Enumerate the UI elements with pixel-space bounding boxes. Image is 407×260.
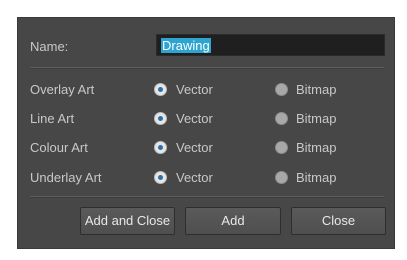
- name-label: Name:: [30, 39, 69, 54]
- close-button[interactable]: Close: [291, 207, 386, 235]
- overlay-art-bitmap-radio[interactable]: [275, 83, 288, 96]
- new-drawing-layer-dialog: Name: Drawing Overlay Art Vector Bitmap …: [17, 17, 395, 249]
- line-art-vector-label: Vector: [176, 111, 213, 126]
- line-art-bitmap-label: Bitmap: [296, 111, 337, 126]
- colour-art-vector-label: Vector: [176, 140, 213, 155]
- row-label-colour-art: Colour Art: [30, 140, 88, 155]
- colour-art-vector-radio[interactable]: [154, 141, 167, 154]
- row-label-line-art: Line Art: [30, 111, 75, 126]
- underlay-art-vector-radio[interactable]: [154, 171, 167, 184]
- row-label-underlay-art: Underlay Art: [30, 170, 102, 185]
- underlay-art-bitmap-label: Bitmap: [296, 170, 337, 185]
- add-and-close-button[interactable]: Add and Close: [80, 207, 175, 235]
- line-art-vector-radio[interactable]: [154, 112, 167, 125]
- name-input-value: Drawing: [161, 38, 211, 53]
- line-art-bitmap-radio[interactable]: [275, 112, 288, 125]
- overlay-art-vector-radio[interactable]: [154, 83, 167, 96]
- add-button[interactable]: Add: [185, 207, 281, 235]
- divider-bottom: [30, 196, 384, 198]
- name-input[interactable]: Drawing: [156, 34, 385, 56]
- row-label-overlay-art: Overlay Art: [30, 82, 95, 97]
- colour-art-bitmap-label: Bitmap: [296, 140, 337, 155]
- overlay-art-bitmap-label: Bitmap: [296, 82, 337, 97]
- overlay-art-vector-label: Vector: [176, 82, 213, 97]
- underlay-art-vector-label: Vector: [176, 170, 213, 185]
- divider-top: [30, 67, 384, 69]
- underlay-art-bitmap-radio[interactable]: [275, 171, 288, 184]
- colour-art-bitmap-radio[interactable]: [275, 141, 288, 154]
